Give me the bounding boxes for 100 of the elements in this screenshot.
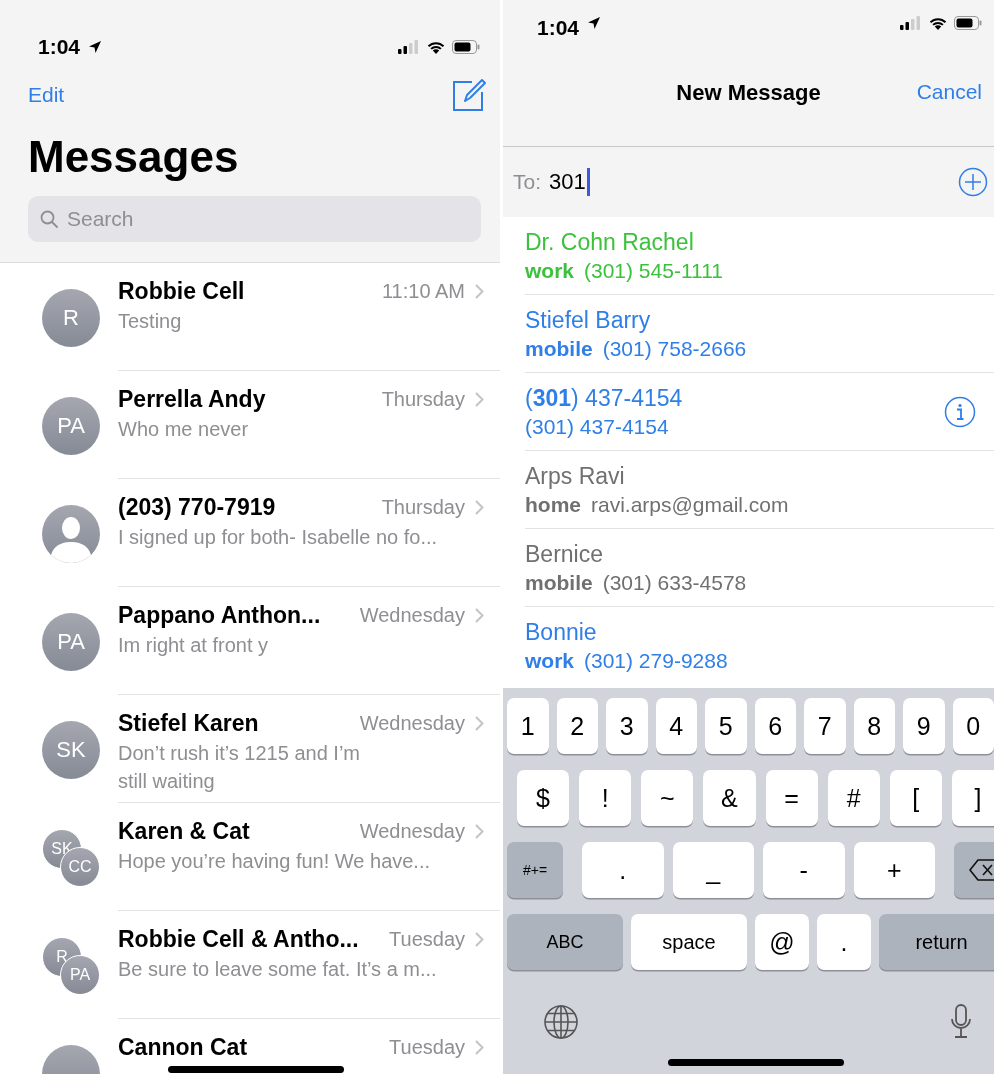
- contact-suggestion[interactable]: Bernice mobile (301) 633-4578: [525, 529, 994, 607]
- message-preview: Testing: [118, 309, 183, 334]
- keyboard-key[interactable]: $: [517, 770, 570, 826]
- contact-name: Stiefel Karen: [118, 709, 260, 737]
- message-preview: Don’t rush it’s 1215 and I’m still waiting: [118, 741, 361, 794]
- suggestion-name: Arps Ravi: [525, 461, 626, 491]
- conversation-row[interactable]: R Robbie Cell 11:10 AM Testing: [0, 263, 500, 371]
- conversation-row[interactable]: (203) 770-7919 Thursday I signed up for both- Isabelle no fo...: [0, 479, 500, 587]
- keyboard-key[interactable]: #: [827, 770, 880, 826]
- suggestion-detail: mobile (301) 633-4578: [525, 569, 748, 596]
- suggestion-detail: work (301) 279-9288: [525, 648, 729, 674]
- keyboard-key[interactable]: 8: [853, 698, 895, 754]
- keyboard-key[interactable]: 4: [655, 698, 697, 754]
- message-time: Tuesday: [389, 927, 465, 951]
- message-time: Wednesday: [359, 819, 465, 843]
- function-key[interactable]: #+=: [507, 842, 563, 898]
- contact-suggestion[interactable]: Stiefel Barry mobile (301) 758-2666: [525, 295, 994, 373]
- keyboard-key[interactable]: 3: [606, 698, 648, 754]
- location-arrow-icon: [587, 16, 602, 30]
- suggestion-name: Dr. Cohn Rachel: [525, 227, 695, 257]
- microphone-icon[interactable]: [950, 1004, 972, 1040]
- keyboard-key[interactable]: 5: [705, 698, 747, 754]
- suggestion-detail: mobile (301) 758-2666: [525, 335, 748, 362]
- keyboard-key[interactable]: !: [579, 770, 632, 826]
- keyboard-key[interactable]: ~: [641, 770, 694, 826]
- wifi-icon: [426, 39, 446, 55]
- avatar: PA: [42, 397, 100, 455]
- contact-suggestion[interactable]: Bonnie work (301) 279-9288: [525, 607, 994, 685]
- keyboard-key[interactable]: @: [755, 914, 809, 970]
- keyboard-key[interactable]: .: [817, 914, 871, 970]
- conversation-row[interactable]: PA Pappano Anthon... Wednesday Im right at front y: [0, 587, 500, 695]
- chevron-icon: [475, 715, 484, 731]
- recipient-field[interactable]: 301: [549, 169, 586, 195]
- chevron-icon: [475, 499, 484, 515]
- keyboard-key[interactable]: _: [672, 842, 754, 898]
- battery-icon: [954, 16, 982, 30]
- backspace-icon: [969, 859, 994, 881]
- keyboard-key[interactable]: +: [853, 842, 935, 898]
- keyboard-key[interactable]: &: [703, 770, 756, 826]
- contact-name: Pappano Anthon...: [118, 601, 322, 629]
- keyboard-key[interactable]: 9: [903, 698, 945, 754]
- status-time: 1:04: [38, 35, 81, 59]
- info-icon[interactable]: [944, 395, 976, 428]
- search-icon: [40, 210, 58, 228]
- chevron-icon: [475, 931, 484, 947]
- function-key[interactable]: return: [879, 914, 994, 970]
- wifi-icon: [928, 16, 948, 31]
- contact-name: (203) 770-7919: [118, 493, 277, 521]
- chevron-icon: [475, 823, 484, 839]
- search-field[interactable]: Search: [28, 196, 481, 242]
- page-title: Messages: [28, 131, 240, 183]
- edit-link[interactable]: Edit: [28, 83, 65, 107]
- message-time: 11:10 AM: [381, 279, 465, 303]
- compose-icon[interactable]: [452, 78, 486, 112]
- keyboard-key[interactable]: 0: [952, 698, 994, 754]
- keyboard-key[interactable]: =: [765, 770, 818, 826]
- screen-title: New Message: [676, 80, 821, 106]
- signal-icon: [900, 16, 922, 30]
- message-preview: I signed up for both- Isabelle no fo...: [118, 525, 439, 550]
- globe-icon[interactable]: [543, 1004, 579, 1040]
- contact-name: Perrella Andy: [118, 385, 267, 413]
- signal-icon: [398, 40, 420, 54]
- keyboard-key[interactable]: 7: [804, 698, 846, 754]
- contact-suggestion[interactable]: (301) 437-4154 (301) 437-4154: [525, 373, 994, 451]
- cancel-link[interactable]: Cancel: [916, 80, 982, 104]
- message-preview: Who me never: [118, 417, 250, 442]
- keyboard-key[interactable]: .: [582, 842, 664, 898]
- keyboard-key[interactable]: 2: [556, 698, 598, 754]
- contact-suggestion[interactable]: Arps Ravi home ravi.arps@gmail.com: [525, 451, 994, 529]
- suggestion-name: Stiefel Barry: [525, 305, 652, 335]
- suggestion-name: Bernice: [525, 539, 604, 569]
- chevron-icon: [475, 391, 484, 407]
- function-key[interactable]: ABC: [507, 914, 623, 970]
- chevron-icon: [475, 283, 484, 299]
- to-label: To:: [513, 170, 541, 194]
- conversation-row[interactable]: PA Perrella Andy Thursday Who me never: [0, 371, 500, 479]
- conversation-row[interactable]: SK Stiefel Karen Wednesday Don’t rush it’s 1215 and I’m still waiting: [0, 695, 500, 803]
- suggestion-name: Bonnie: [525, 618, 598, 647]
- message-time: Thursday: [381, 495, 465, 519]
- location-arrow-icon: [88, 40, 103, 54]
- add-icon[interactable]: [958, 167, 988, 197]
- keyboard-key[interactable]: ]: [951, 770, 994, 826]
- message-time: Wednesday: [359, 603, 465, 627]
- message-time: Thursday: [381, 387, 465, 411]
- chevron-icon: [475, 1039, 484, 1055]
- keyboard-key[interactable]: 6: [754, 698, 796, 754]
- keyboard-key[interactable]: 1: [507, 698, 549, 754]
- message-preview: Hope you’re having fun! We have...: [118, 849, 432, 874]
- keyboard-key[interactable]: space: [631, 914, 747, 970]
- contact-name: Karen & Cat: [118, 817, 251, 845]
- status-time: 1:04: [537, 16, 580, 40]
- suggestion-detail: (301) 437-4154: [525, 413, 670, 440]
- suggestion-detail: work (301) 545-1111: [525, 257, 724, 284]
- avatar: SK: [42, 721, 100, 779]
- keyboard-key[interactable]: [: [889, 770, 942, 826]
- person-silhouette-avatar: [42, 505, 100, 563]
- keyboard-key[interactable]: -: [763, 842, 845, 898]
- chevron-icon: [475, 607, 484, 623]
- avatar: R: [42, 289, 100, 347]
- battery-icon: [452, 40, 480, 54]
